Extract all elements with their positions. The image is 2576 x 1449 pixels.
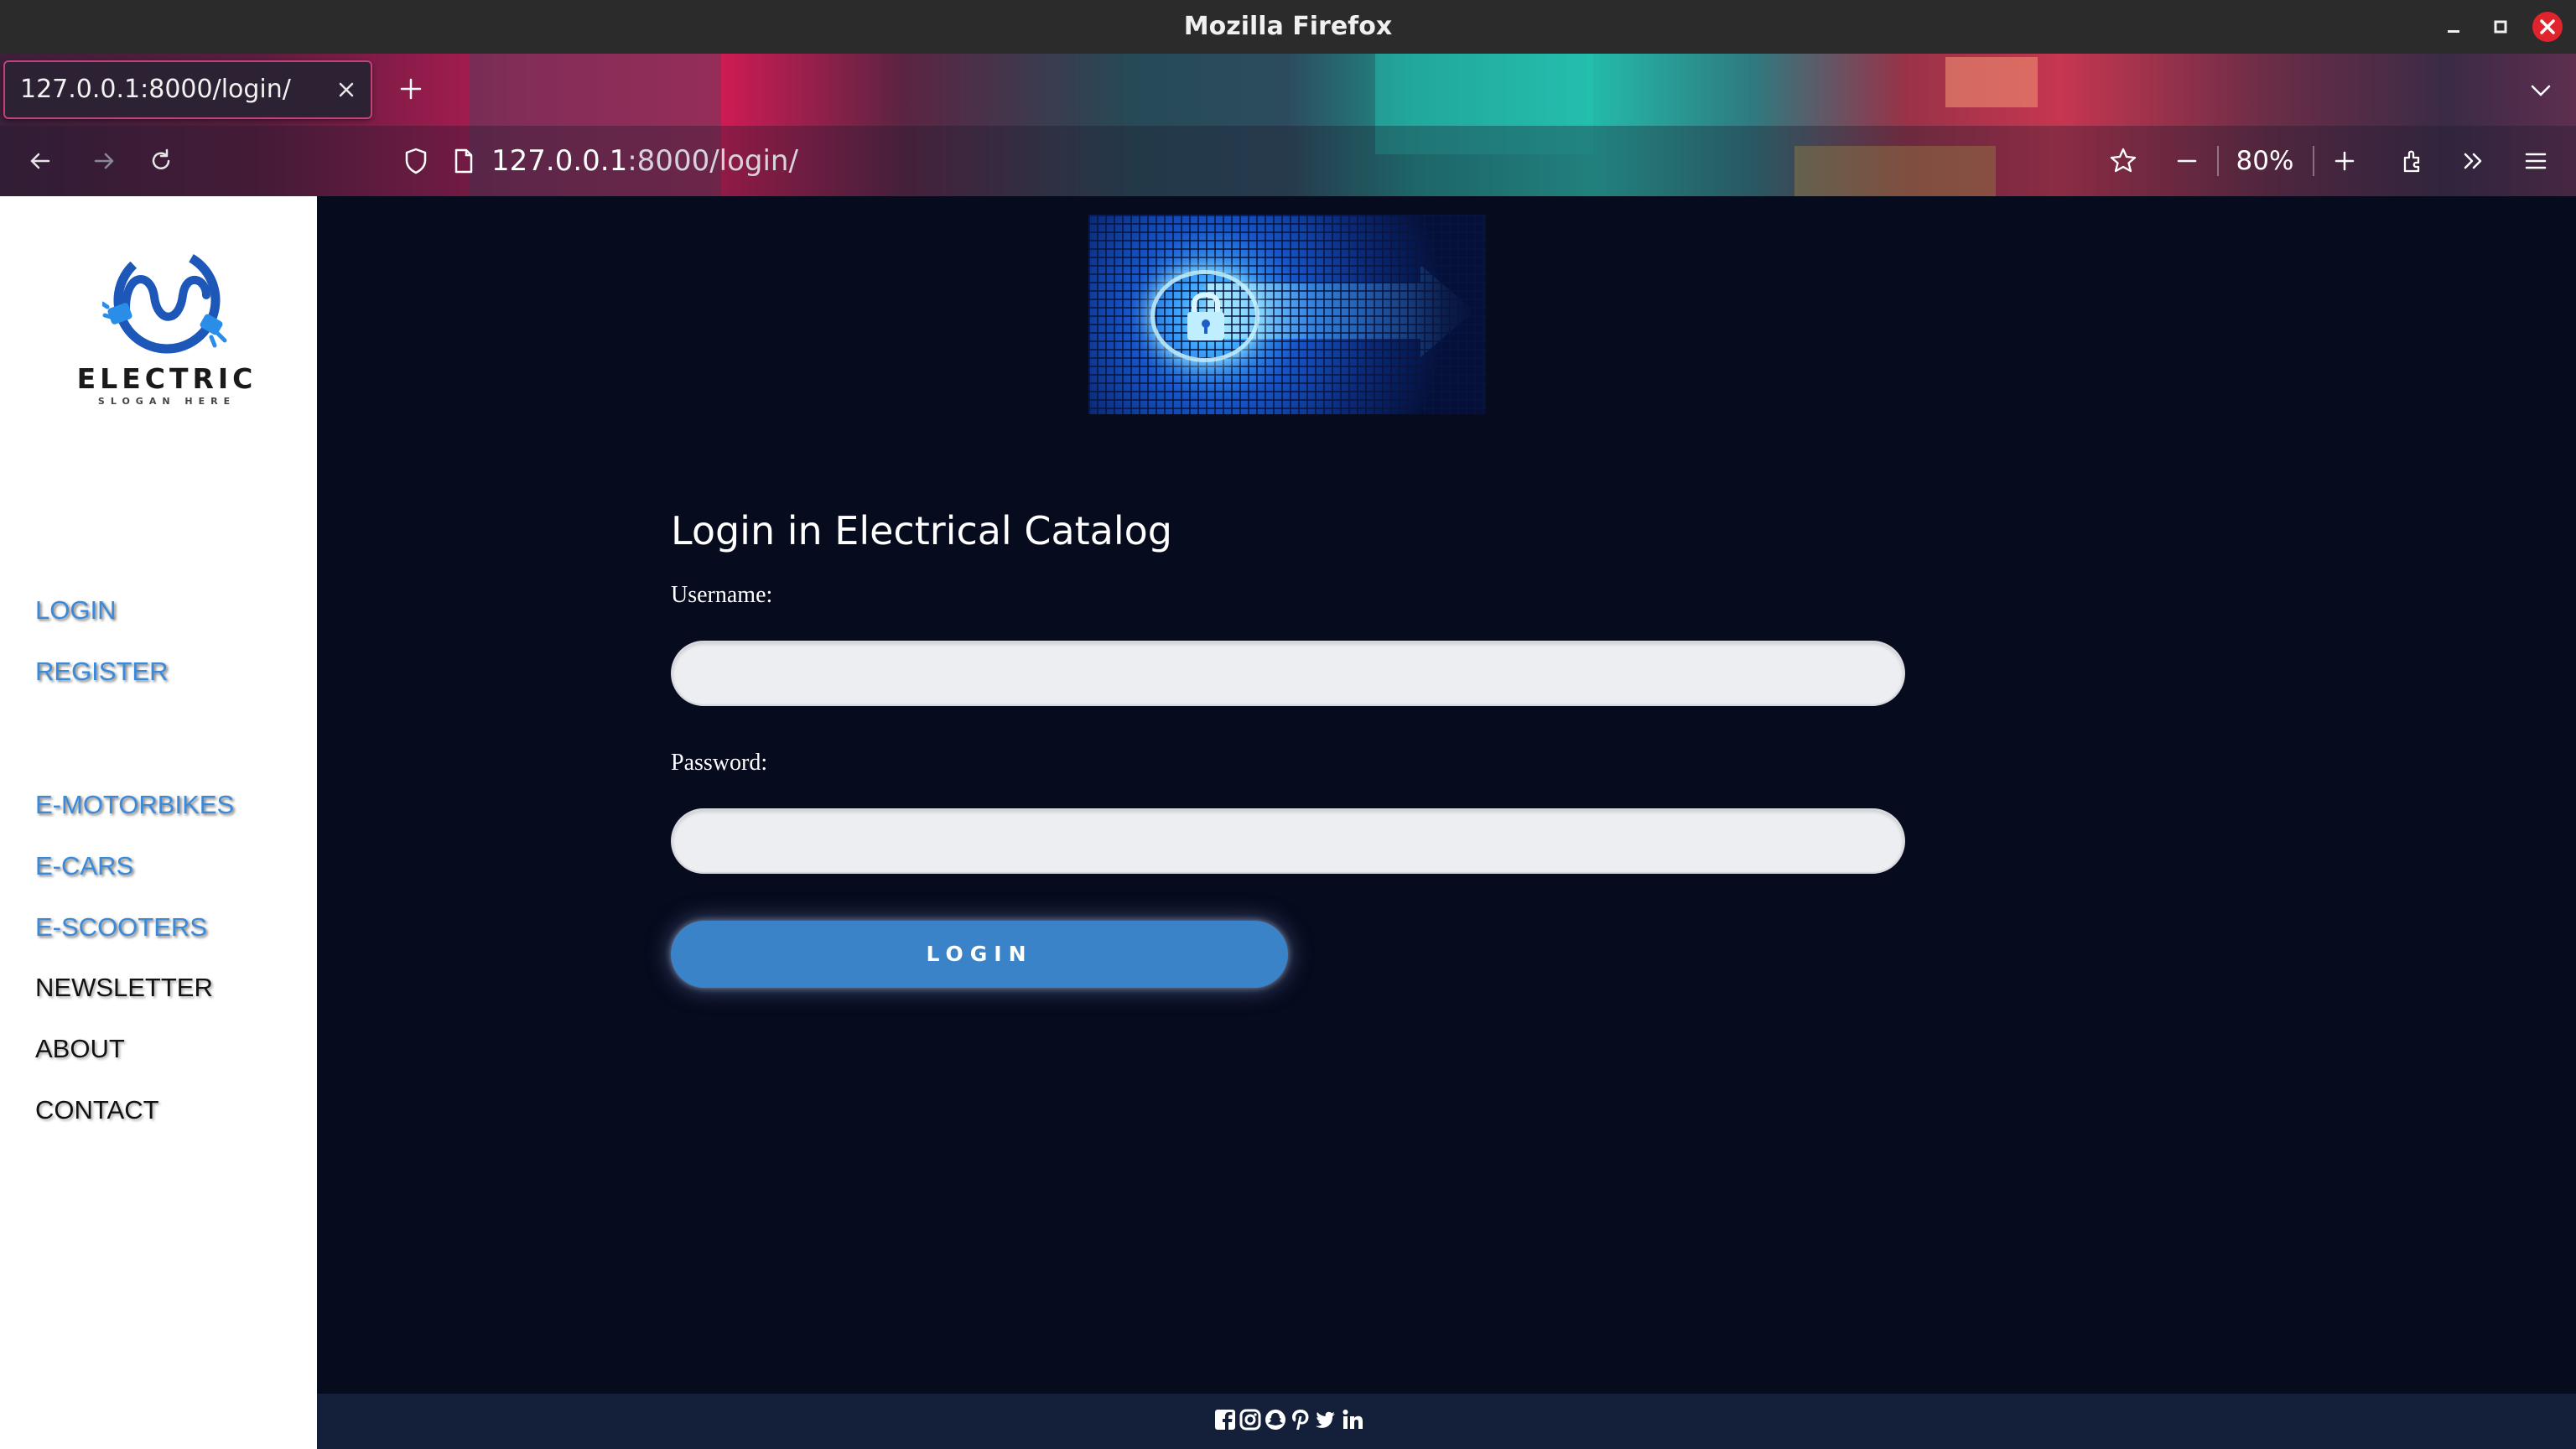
page-footer — [317, 1394, 2576, 1449]
close-window-icon[interactable] — [2532, 12, 2563, 42]
nav-link-about[interactable]: ABOUT — [35, 1031, 125, 1067]
tab-title: 127.0.0.1:8000/login/ — [20, 75, 291, 104]
back-arrow-icon[interactable] — [23, 144, 57, 178]
username-input[interactable] — [671, 641, 1905, 706]
nav-link-register[interactable]: REGISTER — [35, 653, 168, 690]
hamburger-menu-icon[interactable] — [2519, 144, 2553, 178]
tab-strip: 127.0.0.1:8000/login/ — [0, 54, 2576, 126]
shield-icon[interactable] — [399, 144, 433, 178]
extensions-icon[interactable] — [2397, 144, 2430, 178]
window-titlebar: Mozilla Firefox — [0, 0, 2576, 54]
zoom-level[interactable]: 80% — [2234, 144, 2296, 178]
nav-link-contact[interactable]: CONTACT — [35, 1092, 159, 1129]
reload-icon[interactable] — [144, 144, 178, 178]
login-heading: Login in Electrical Catalog — [671, 508, 1172, 553]
new-tab-icon[interactable] — [396, 74, 426, 104]
nav-link-e-scooters[interactable]: E-SCOOTERS — [35, 909, 207, 946]
sidebar: ELECTRIC SLOGAN HERE LOGIN REGISTER E-MO… — [0, 196, 317, 1449]
overflow-chevrons-icon[interactable] — [2457, 144, 2490, 178]
url-host: 127.0.0.1 — [491, 144, 628, 178]
nav-link-newsletter[interactable]: NEWSLETTER — [35, 969, 213, 1006]
chevron-down-icon[interactable] — [2526, 75, 2556, 106]
username-label: Username: — [671, 582, 773, 608]
main-content: Login in Electrical Catalog Username: Pa… — [317, 196, 2576, 1449]
security-lock-banner-image — [1088, 215, 1486, 414]
logo-brand-text: ELECTRIC — [76, 362, 257, 395]
address-bar[interactable]: 127.0.0.1:8000/login/ — [386, 132, 2113, 190]
toolbar-separator — [2217, 146, 2219, 176]
toolbar-separator — [2313, 146, 2314, 176]
url-text[interactable]: 127.0.0.1:8000/login/ — [491, 132, 798, 190]
login-submit-button[interactable]: LOGIN — [671, 921, 1288, 988]
password-label: Password: — [671, 750, 768, 776]
linkedin-icon[interactable] — [1342, 1407, 1363, 1432]
navigation-toolbar: 127.0.0.1:8000/login/ 80% — [0, 126, 2576, 196]
site-logo[interactable]: ELECTRIC SLOGAN HERE — [70, 247, 263, 407]
logo-slogan-text: SLOGAN HERE — [97, 396, 236, 407]
nav-link-e-cars[interactable]: E-CARS — [35, 848, 133, 885]
social-icons — [1214, 1407, 1382, 1436]
instagram-icon[interactable] — [1239, 1407, 1261, 1432]
browser-chrome: 127.0.0.1:8000/login/ 127.0.0.1:8000/log… — [0, 54, 2576, 196]
maximize-icon[interactable] — [2485, 12, 2516, 42]
nav-link-login[interactable]: LOGIN — [35, 592, 116, 629]
page-viewport: ELECTRIC SLOGAN HERE LOGIN REGISTER E-MO… — [0, 196, 2576, 1449]
page-icon[interactable] — [446, 144, 480, 178]
zoom-in-icon[interactable] — [2328, 144, 2361, 178]
electric-plug-logo-icon — [102, 247, 227, 354]
tab-active[interactable]: 127.0.0.1:8000/login/ — [3, 60, 372, 119]
password-input[interactable] — [671, 808, 1905, 874]
bookmark-star-icon[interactable] — [2106, 144, 2140, 178]
snapchat-icon[interactable] — [1265, 1407, 1286, 1432]
zoom-out-icon[interactable] — [2170, 144, 2204, 178]
nav-link-e-motorbikes[interactable]: E-MOTORBIKES — [35, 787, 234, 823]
facebook-icon[interactable] — [1214, 1407, 1236, 1432]
twitter-icon[interactable] — [1315, 1407, 1337, 1432]
window-title: Mozilla Firefox — [1183, 12, 1393, 41]
banner-pixel-grid — [1088, 215, 1486, 414]
forward-arrow-icon[interactable] — [87, 144, 121, 178]
pinterest-icon[interactable] — [1290, 1407, 1311, 1432]
tab-close-icon[interactable] — [334, 77, 359, 102]
padlock-icon — [1187, 292, 1224, 340]
url-path: :8000/login/ — [627, 144, 798, 178]
minimize-icon[interactable] — [2438, 12, 2469, 42]
